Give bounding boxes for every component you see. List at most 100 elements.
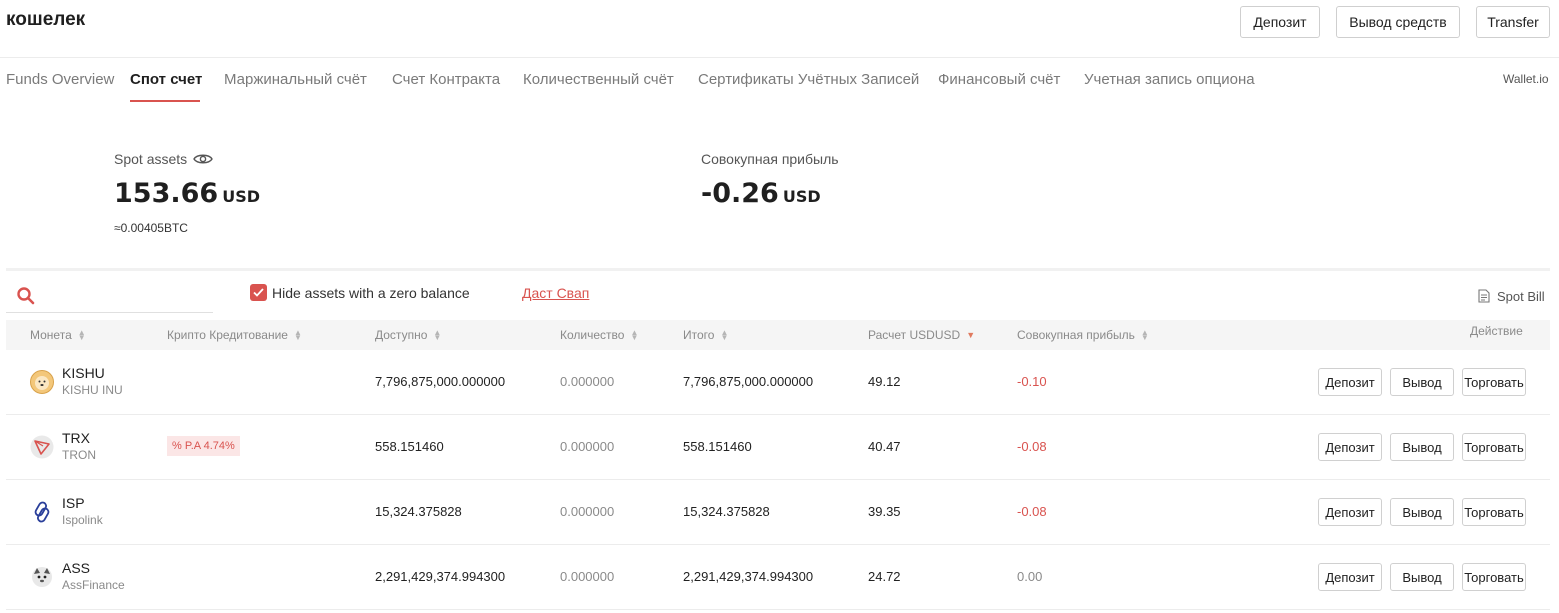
spot-bill-link[interactable]: Spot Bill (1497, 289, 1545, 304)
total-profit-value: -0.26 USD (701, 178, 821, 209)
coin-name: TRON (62, 448, 96, 462)
coin-name: AssFinance (62, 578, 125, 592)
coin-name: KISHU INU (62, 383, 123, 397)
table-toolbar: Hide assets with a zero balance Даст Сва… (0, 271, 1559, 319)
page-title: кошелек (6, 9, 86, 30)
withdraw-button[interactable]: Вывод средств (1336, 6, 1460, 38)
row-deposit-button[interactable]: Депозит (1318, 433, 1382, 461)
total-profit-label: Совокупная прибыль (701, 151, 839, 167)
col-available-label: Доступно (375, 328, 428, 342)
sort-icon: ▲ ▼ (720, 328, 729, 342)
available-cell: 7,796,875,000.000000 (375, 374, 506, 389)
col-profit[interactable]: Совокупная прибыль ▲ ▼ (1017, 328, 1149, 342)
spot-assets-amount: 153.66 (114, 178, 219, 209)
tab-funds-overview[interactable]: Funds Overview (6, 71, 114, 88)
eye-icon[interactable] (193, 152, 213, 166)
profit-cell: -0.08 (1017, 504, 1047, 519)
dust-swap-link[interactable]: Даст Свап (522, 285, 589, 301)
total-cell: 7,796,875,000.000000 (683, 374, 814, 389)
calc-cell: 49.12 (868, 374, 901, 389)
table-row: KISHU KISHU INU 7,796,875,000.000000 0.0… (6, 350, 1550, 415)
sort-icon: ▲ ▼ (77, 328, 86, 342)
available-cell: 15,324.375828 (375, 504, 462, 519)
tab-margin-account[interactable]: Маржинальный счёт (224, 71, 367, 88)
col-action-label: Действие (1470, 324, 1523, 338)
tab-certificates[interactable]: Сертификаты Учётных Записей (698, 71, 919, 88)
apy-badge[interactable]: % P.A 4.74% (167, 436, 240, 456)
coin-name: Ispolink (62, 513, 103, 527)
profit-cell: 0.00 (1017, 569, 1043, 584)
row-trade-button[interactable]: Торговать (1462, 498, 1526, 526)
table-row: ASS AssFinance 2,291,429,374.994300 0.00… (6, 545, 1550, 610)
col-total-label: Итого (683, 328, 715, 342)
row-withdraw-button[interactable]: Вывод (1390, 368, 1454, 396)
row-withdraw-button[interactable]: Вывод (1390, 563, 1454, 591)
profit-cell: -0.10 (1017, 374, 1047, 389)
tab-contract-account[interactable]: Счет Контракта (392, 71, 500, 88)
col-quantity[interactable]: Количество ▲ ▼ (560, 328, 638, 342)
row-trade-button[interactable]: Торговать (1462, 563, 1526, 591)
btc-equivalent: ≈0.00405BTC (114, 221, 188, 235)
sort-icon: ▲ ▼ (433, 328, 442, 342)
active-tab-indicator (130, 100, 200, 102)
sort-icon: ▲ ▼ (293, 328, 302, 342)
document-icon[interactable] (1478, 289, 1490, 303)
hide-zero-checkbox[interactable] (250, 284, 267, 301)
table-row: TRX TRON % P.A 4.74% 558.151460 0.000000… (6, 415, 1550, 480)
total-cell: 15,324.375828 (683, 504, 770, 519)
row-deposit-button[interactable]: Депозит (1318, 498, 1382, 526)
quantity-cell: 0.000000 (560, 439, 615, 454)
tab-financial-account[interactable]: Финансовый счёт (938, 71, 1060, 88)
checkmark-icon (253, 288, 264, 297)
row-withdraw-button[interactable]: Вывод (1390, 498, 1454, 526)
quantity-cell: 0.000000 (560, 569, 615, 584)
calc-cell: 40.47 (868, 439, 901, 454)
row-trade-button[interactable]: Торговать (1462, 433, 1526, 461)
quantity-cell: 0.000000 (560, 374, 615, 389)
tron-icon (30, 435, 54, 459)
coin-symbol: ASS (62, 560, 91, 576)
tab-options-account[interactable]: Учетная запись опциона (1084, 71, 1255, 88)
col-calc-usd[interactable]: Расчет USDUSD ▼ (868, 328, 975, 342)
account-tabs: Funds Overview Спот счет Маржинальный сч… (0, 58, 1559, 104)
col-total[interactable]: Итого ▲ ▼ (683, 328, 728, 342)
col-coin-label: Монета (30, 328, 72, 342)
row-trade-button[interactable]: Торговать (1462, 368, 1526, 396)
total-profit-amount: -0.26 (701, 178, 779, 209)
spot-assets-label: Spot assets (114, 151, 188, 167)
calc-cell: 39.35 (868, 504, 901, 519)
search-icon (17, 287, 35, 305)
spot-assets-value: 153.66 USD (114, 178, 260, 209)
col-credit[interactable]: Крипто Кредитование ▲ ▼ (167, 328, 302, 342)
search-input[interactable] (42, 285, 207, 309)
col-calc-label: Расчет USDUSD (868, 328, 961, 342)
transfer-button[interactable]: Transfer (1476, 6, 1550, 38)
col-profit-label: Совокупная прибыль (1017, 328, 1135, 342)
tab-quant-account[interactable]: Количественный счёт (523, 71, 674, 88)
col-credit-label: Крипто Кредитование (167, 328, 288, 342)
row-deposit-button[interactable]: Депозит (1318, 368, 1382, 396)
available-cell: 558.151460 (375, 439, 444, 454)
coin-symbol: KISHU (62, 365, 105, 381)
balance-summary: Spot assets 153.66 USD ≈0.00405BTC Совоку… (0, 104, 1559, 266)
sort-desc-icon: ▼ (966, 330, 976, 340)
hide-zero-label[interactable]: Hide assets with a zero balance (272, 285, 470, 301)
total-cell: 558.151460 (683, 439, 752, 454)
profit-cell: -0.08 (1017, 439, 1047, 454)
deposit-button[interactable]: Депозит (1240, 6, 1320, 38)
tab-spot-account[interactable]: Спот счет (130, 71, 202, 88)
col-available[interactable]: Доступно ▲ ▼ (375, 328, 441, 342)
row-deposit-button[interactable]: Депозит (1318, 563, 1382, 591)
sort-icon: ▲ ▼ (1140, 328, 1149, 342)
available-cell: 2,291,429,374.994300 (375, 569, 506, 584)
coin-symbol: ISP (62, 495, 85, 511)
search-box[interactable] (6, 281, 213, 313)
row-withdraw-button[interactable]: Вывод (1390, 433, 1454, 461)
assfinance-icon (32, 567, 52, 587)
total-profit-unit: USD (782, 187, 821, 206)
wallet-link[interactable]: Wallet.io (1503, 72, 1549, 86)
page-header: кошелек Депозит Вывод средств Transfer (0, 0, 1559, 58)
col-action: Действие (1470, 324, 1523, 338)
quantity-cell: 0.000000 (560, 504, 615, 519)
col-coin[interactable]: Монета ▲ ▼ (30, 328, 86, 342)
